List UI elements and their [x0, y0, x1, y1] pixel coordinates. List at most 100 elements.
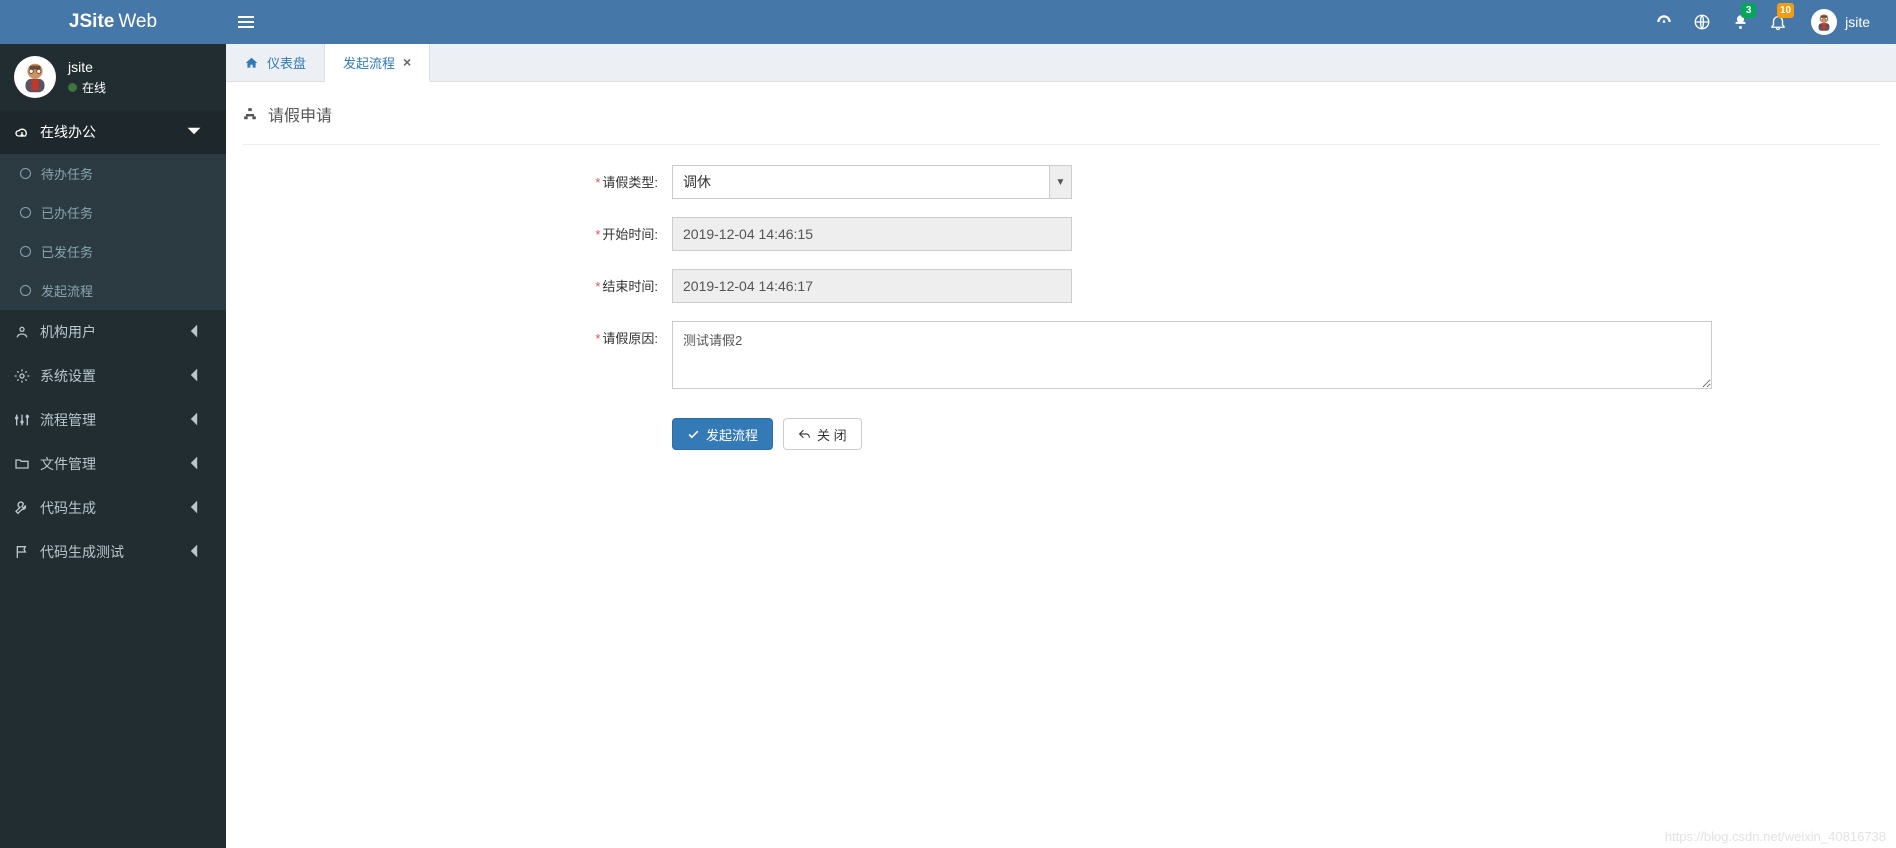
page-title-label: 请假申请	[268, 102, 332, 126]
circle-icon	[20, 168, 31, 179]
topbar-right: 3 10 jsite	[1645, 0, 1896, 44]
page: 请假申请 *请假类型: 调休 ▼ *开始时间: 2019-12-04 14:46…	[226, 82, 1896, 466]
menu-org-users[interactable]: 机构用户	[0, 310, 226, 354]
users-icon	[14, 324, 30, 340]
label-end-time: *结束时间:	[242, 269, 672, 295]
form: *请假类型: 调休 ▼ *开始时间: 2019-12-04 14:46:15	[242, 145, 1880, 450]
logo-light: Web	[118, 11, 157, 33]
sitemap-icon	[242, 107, 258, 121]
tab-dashboard[interactable]: 仪表盘	[226, 44, 325, 81]
tab-launch-process[interactable]: 发起流程 ×	[325, 44, 430, 82]
wrench-icon	[14, 500, 30, 516]
messages-icon[interactable]: 3	[1721, 0, 1759, 44]
home-icon	[244, 56, 259, 70]
start-time-input[interactable]: 2019-12-04 14:46:15	[672, 217, 1072, 251]
sub-label: 已办任务	[41, 203, 93, 222]
sidebar-item-launch[interactable]: 发起流程	[0, 271, 226, 310]
profile-status: 在线	[68, 79, 106, 96]
logo[interactable]: JSite Web	[0, 0, 226, 44]
sidebar-item-sent[interactable]: 已发任务	[0, 232, 226, 271]
watermark: https://blog.csdn.net/weixin_40816738	[1665, 829, 1886, 844]
tab-label: 仪表盘	[267, 53, 306, 72]
sidebar-item-done[interactable]: 已办任务	[0, 193, 226, 232]
folder-icon	[14, 456, 30, 472]
row-reason: *请假原因:	[242, 321, 1880, 392]
notifications-badge: 10	[1777, 3, 1794, 18]
sidebar: jsite 在线 在线办公 待办任务 已办任务 已发任务 发起流程 机构用户 系…	[0, 44, 226, 848]
sidebar-item-todo[interactable]: 待办任务	[0, 154, 226, 193]
profile-name: jsite	[68, 59, 106, 75]
input-value: 2019-12-04 14:46:17	[683, 278, 813, 294]
input-value: 2019-12-04 14:46:15	[683, 226, 813, 242]
submenu-online-office: 待办任务 已办任务 已发任务 发起流程	[0, 154, 226, 310]
leave-type-select[interactable]: 调休 ▼	[672, 165, 1072, 199]
menu-label: 文件管理	[40, 454, 96, 474]
chevron-left-icon	[186, 411, 212, 430]
chevron-left-icon	[186, 323, 212, 342]
chevron-down-icon: ▼	[1049, 166, 1071, 198]
row-leave-type: *请假类型: 调休 ▼	[242, 165, 1880, 199]
hamburger-icon	[238, 16, 254, 28]
gear-icon	[14, 368, 30, 384]
chevron-left-icon	[186, 367, 212, 386]
menu-codegen[interactable]: 代码生成	[0, 486, 226, 530]
avatar-icon	[14, 56, 56, 98]
menu-online-office[interactable]: 在线办公	[0, 110, 226, 154]
dashboard-icon[interactable]	[1645, 0, 1683, 44]
nav: 在线办公 待办任务 已办任务 已发任务 发起流程 机构用户 系统设置 流程管理 …	[0, 110, 226, 574]
menu-codegen-test[interactable]: 代码生成测试	[0, 530, 226, 574]
content: 仪表盘 发起流程 × 请假申请 *请假类型: 调休 ▼ *开始时间:	[226, 44, 1896, 848]
tab-label: 发起流程	[343, 53, 395, 72]
reason-textarea[interactable]	[672, 321, 1712, 389]
globe-icon[interactable]	[1683, 0, 1721, 44]
row-end-time: *结束时间: 2019-12-04 14:46:17	[242, 269, 1880, 303]
sidebar-toggle[interactable]	[226, 0, 266, 44]
menu-label: 流程管理	[40, 410, 96, 430]
chevron-left-icon	[186, 499, 212, 518]
menu-label: 代码生成测试	[40, 542, 124, 562]
reply-icon	[798, 428, 811, 441]
circle-icon	[20, 285, 31, 296]
row-start-time: *开始时间: 2019-12-04 14:46:15	[242, 217, 1880, 251]
check-icon	[687, 428, 700, 441]
sub-label: 已发任务	[41, 242, 93, 261]
logo-bold: JSite	[69, 11, 114, 33]
menu-label: 系统设置	[40, 366, 96, 386]
cloud-icon	[14, 124, 30, 140]
user-menu[interactable]: jsite	[1797, 9, 1884, 35]
submit-button[interactable]: 发起流程	[672, 418, 773, 450]
username-label: jsite	[1845, 14, 1870, 30]
sub-label: 待办任务	[41, 164, 93, 183]
circle-icon	[20, 207, 31, 218]
topbar: JSite Web 3 10 jsite	[0, 0, 1896, 44]
tabs: 仪表盘 发起流程 ×	[226, 44, 1896, 82]
select-value: 调休	[683, 172, 711, 192]
messages-badge: 3	[1741, 3, 1756, 18]
profile-status-label: 在线	[82, 79, 106, 96]
chevron-down-icon	[186, 123, 212, 142]
close-button[interactable]: 关 闭	[783, 418, 862, 450]
menu-label: 机构用户	[40, 322, 96, 342]
actions: 发起流程 关 闭	[672, 418, 1880, 450]
label-start-time: *开始时间:	[242, 217, 672, 243]
button-label: 关 闭	[817, 425, 847, 444]
avatar-icon	[1811, 9, 1837, 35]
profile-panel: jsite 在线	[0, 44, 226, 110]
chevron-left-icon	[186, 455, 212, 474]
button-label: 发起流程	[706, 425, 758, 444]
chevron-left-icon	[186, 543, 212, 562]
menu-files[interactable]: 文件管理	[0, 442, 226, 486]
menu-label: 在线办公	[40, 122, 96, 142]
notifications-icon[interactable]: 10	[1759, 0, 1797, 44]
label-leave-type: *请假类型:	[242, 165, 672, 191]
label-reason: *请假原因:	[242, 321, 672, 347]
menu-settings[interactable]: 系统设置	[0, 354, 226, 398]
sub-label: 发起流程	[41, 281, 93, 300]
close-icon[interactable]: ×	[403, 54, 411, 70]
sliders-icon	[14, 412, 30, 428]
flag-icon	[14, 544, 30, 560]
end-time-input[interactable]: 2019-12-04 14:46:17	[672, 269, 1072, 303]
menu-workflow[interactable]: 流程管理	[0, 398, 226, 442]
circle-icon	[20, 246, 31, 257]
status-dot-icon	[68, 83, 77, 92]
